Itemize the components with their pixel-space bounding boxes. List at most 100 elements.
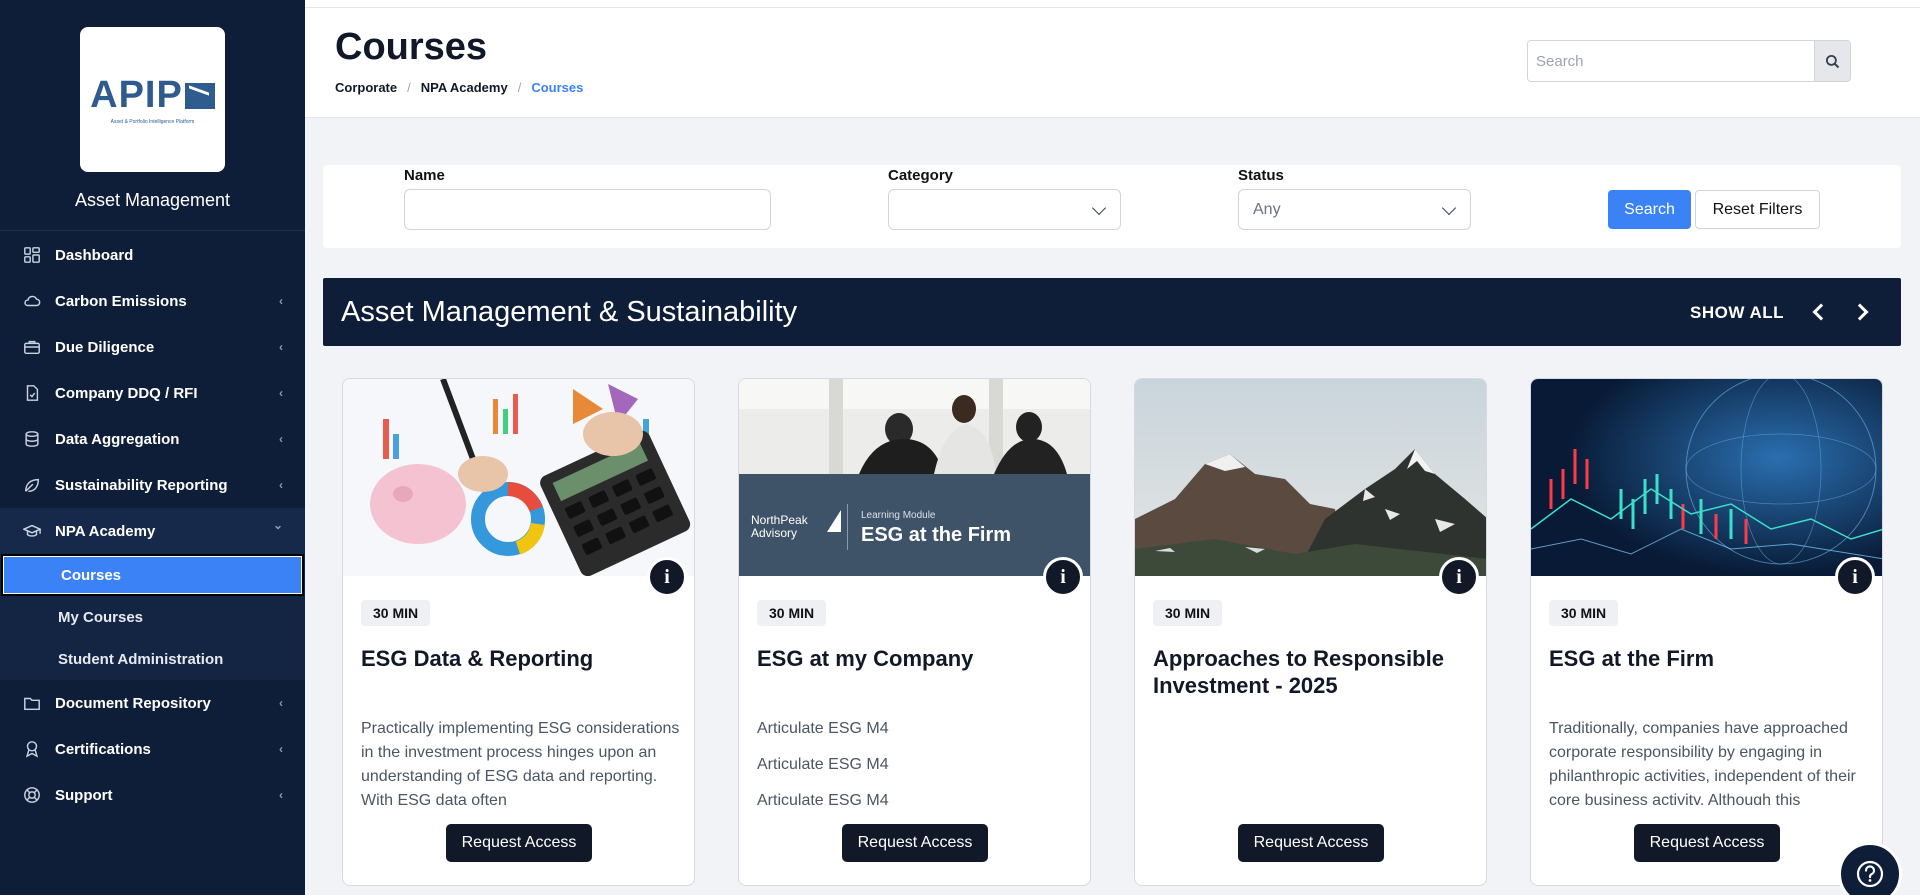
chevron-left-icon: ‹ — [279, 742, 283, 756]
help-button[interactable] — [1838, 842, 1902, 895]
breadcrumb: Corporate / NPA Academy / Courses — [335, 80, 583, 95]
course-card[interactable]: NorthPeak Advisory Learning Module ESG a… — [738, 378, 1091, 886]
sidebar-item-carbon-emissions[interactable]: Carbon Emissions ‹ — [0, 278, 305, 324]
company-logo[interactable]: APIP Asset & Portfolio Intelligence Plat… — [80, 27, 225, 172]
course-description: Practically implementing ESG considerati… — [361, 720, 680, 805]
database-icon — [22, 429, 42, 449]
sidebar-item-label: Carbon Emissions — [55, 292, 187, 310]
breadcrumb-separator: / — [517, 80, 522, 95]
request-access-button[interactable]: Request Access — [1634, 824, 1780, 862]
sidebar-item-certifications[interactable]: Certifications ‹ — [0, 726, 305, 772]
sidebar-item-company-ddq[interactable]: Company DDQ / RFI ‹ — [0, 370, 305, 416]
sidebar-item-data-aggregation[interactable]: Data Aggregation ‹ — [0, 416, 305, 462]
info-button[interactable]: i — [647, 557, 687, 597]
graduation-cap-icon — [22, 521, 42, 541]
name-filter-label: Name — [404, 167, 445, 184]
course-thumbnail — [1135, 379, 1486, 576]
sidebar-item-document-repository[interactable]: Document Repository ‹ — [0, 680, 305, 726]
course-card[interactable]: i 30 MIN ESG at the Firm Traditionally, … — [1530, 378, 1883, 886]
course-thumbnail: NorthPeak Advisory Learning Module ESG a… — [739, 379, 1090, 576]
top-strip — [305, 0, 1920, 8]
filter-search-button[interactable]: Search — [1608, 190, 1691, 229]
sidebar-item-support[interactable]: Support ‹ — [0, 772, 305, 818]
question-circle-icon — [1856, 860, 1884, 888]
chevron-down-icon: ⌄ — [272, 518, 283, 532]
info-button[interactable]: i — [1439, 557, 1479, 597]
category-section-header: Asset Management & Sustainability SHOW A… — [323, 278, 1901, 346]
info-button[interactable]: i — [1043, 557, 1083, 597]
sidebar-subitem-student-administration[interactable]: Student Administration — [0, 638, 305, 680]
description-line: Articulate ESG M4 — [757, 720, 889, 737]
section-title: Asset Management & Sustainability — [341, 296, 798, 328]
status-select-value: Any — [1253, 200, 1281, 218]
chevron-left-icon: ‹ — [279, 788, 283, 802]
category-filter-label: Category — [888, 167, 954, 184]
chevron-right-icon — [1851, 303, 1869, 321]
info-icon: i — [664, 565, 670, 588]
sidebar-item-label: Certifications — [55, 740, 151, 758]
search-input[interactable] — [1528, 41, 1814, 81]
folder-icon — [22, 693, 42, 713]
breadcrumb-courses: Courses — [531, 80, 584, 95]
award-icon — [22, 739, 42, 759]
logo-text: APIP — [90, 74, 183, 116]
sidebar-item-label: Document Repository — [55, 694, 211, 712]
chevron-left-icon: ‹ — [279, 294, 283, 308]
info-button[interactable]: i — [1835, 557, 1875, 597]
reset-filters-button[interactable]: Reset Filters — [1695, 190, 1820, 229]
npa-academy-submenu: Courses My Courses Student Administratio… — [0, 554, 305, 680]
page-title: Courses — [335, 26, 488, 68]
info-icon: i — [1060, 565, 1066, 588]
carousel-prev-button[interactable] — [1808, 300, 1830, 324]
category-select[interactable] — [888, 189, 1121, 230]
course-card[interactable]: i 30 MIN ESG Data & Reporting Practicall… — [342, 378, 695, 886]
document-icon — [22, 383, 42, 403]
cloud-icon — [22, 291, 42, 311]
chevron-left-icon: ‹ — [279, 386, 283, 400]
course-title: Approaches to Responsible Investment - 2… — [1153, 646, 1444, 698]
sidebar-item-label: Company DDQ / RFI — [55, 384, 198, 402]
info-icon: i — [1456, 565, 1462, 588]
sidebar-item-npa-academy[interactable]: NPA Academy ⌄ — [0, 508, 305, 554]
duration-badge: 30 MIN — [361, 600, 431, 626]
sidebar-item-label: Support — [55, 786, 113, 804]
request-access-button[interactable]: Request Access — [1238, 824, 1384, 862]
header-search — [1527, 40, 1851, 82]
chevron-left-icon: ‹ — [279, 432, 283, 446]
course-title: ESG Data & Reporting — [361, 646, 594, 671]
search-button[interactable] — [1814, 41, 1850, 81]
breadcrumb-corporate[interactable]: Corporate — [335, 80, 397, 95]
sidebar-subitem-my-courses[interactable]: My Courses — [0, 596, 305, 638]
course-description: Traditionally, companies have approached… — [1549, 720, 1856, 805]
breadcrumb-npa-academy[interactable]: NPA Academy — [421, 80, 508, 95]
duration-badge: 30 MIN — [757, 600, 827, 626]
sidebar-item-dashboard[interactable]: Dashboard — [0, 232, 305, 278]
chevron-down-icon — [1091, 200, 1107, 216]
sidebar-subitem-courses[interactable]: Courses — [1, 554, 304, 596]
sidebar-nav: Dashboard Carbon Emissions ‹ Due Diligen… — [0, 232, 305, 818]
filter-panel: Name Category Status Any Search Reset Fi… — [323, 165, 1901, 248]
leaf-icon — [22, 475, 42, 495]
sidebar-divider — [0, 230, 305, 231]
brand-name: Asset Management — [74, 190, 231, 210]
search-icon — [1825, 54, 1840, 68]
sidebar-item-sustainability-reporting[interactable]: Sustainability Reporting ‹ — [0, 462, 305, 508]
sidebar-item-label: Sustainability Reporting — [55, 476, 228, 494]
status-select[interactable]: Any — [1238, 189, 1471, 230]
module-brand: NorthPeak Advisory — [751, 513, 808, 540]
course-title: ESG at my Company — [757, 646, 974, 671]
logo-subtext: Asset & Portfolio Intelligence Platform — [110, 119, 195, 125]
request-access-button[interactable]: Request Access — [842, 824, 988, 862]
name-filter-input[interactable] — [404, 189, 771, 230]
course-thumbnail — [1531, 379, 1882, 576]
info-icon: i — [1852, 565, 1858, 588]
course-description — [1153, 717, 1473, 805]
chevron-left-icon: ‹ — [279, 340, 283, 354]
sidebar-item-due-diligence[interactable]: Due Diligence ‹ — [0, 324, 305, 370]
course-card[interactable]: i 30 MIN Approaches to Responsible Inves… — [1134, 378, 1487, 886]
carousel-next-button[interactable] — [1851, 300, 1873, 324]
briefcase-icon — [22, 337, 42, 357]
request-access-button[interactable]: Request Access — [446, 824, 592, 862]
duration-badge: 30 MIN — [1549, 600, 1619, 626]
show-all-link[interactable]: SHOW ALL — [1690, 303, 1784, 323]
